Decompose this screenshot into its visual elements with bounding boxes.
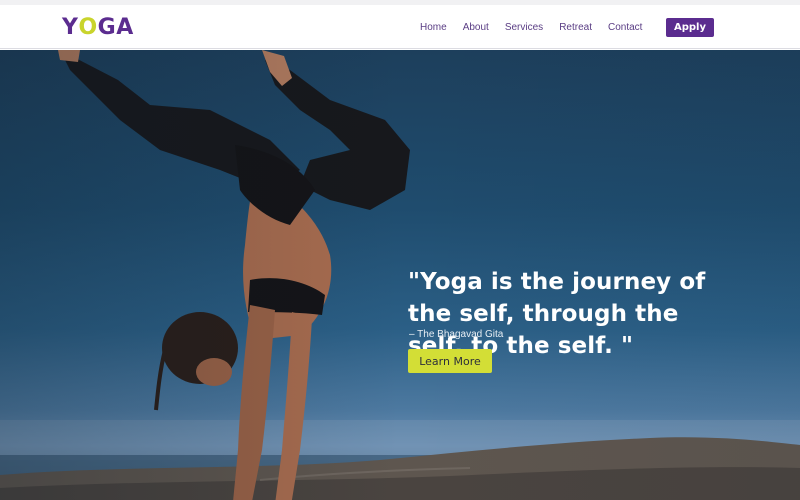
learn-more-button[interactable]: Learn More <box>408 349 492 373</box>
main-nav: Home About Services Retreat Contact <box>420 18 658 36</box>
logo[interactable]: Y O GA <box>62 14 134 40</box>
quote-attribution: – The Bhagavad Gita <box>409 329 504 340</box>
hero-section: "Yoga is the journey of the self, throug… <box>0 50 800 500</box>
logo-letter-y: Y <box>62 14 79 40</box>
navbar: Y O GA Home About Services Retreat Contact… <box>0 5 800 49</box>
hero-quote: "Yoga is the journey of the self, throug… <box>408 269 706 359</box>
nav-link-services[interactable]: Services <box>505 22 543 33</box>
logo-letters-ga: GA <box>97 14 134 40</box>
nav-link-about[interactable]: About <box>463 22 489 33</box>
nav-link-contact[interactable]: Contact <box>608 22 642 33</box>
nav-link-retreat[interactable]: Retreat <box>559 22 592 33</box>
apply-button[interactable]: Apply <box>666 18 714 37</box>
logo-letter-o: O <box>78 14 98 40</box>
nav-link-home[interactable]: Home <box>420 22 447 33</box>
